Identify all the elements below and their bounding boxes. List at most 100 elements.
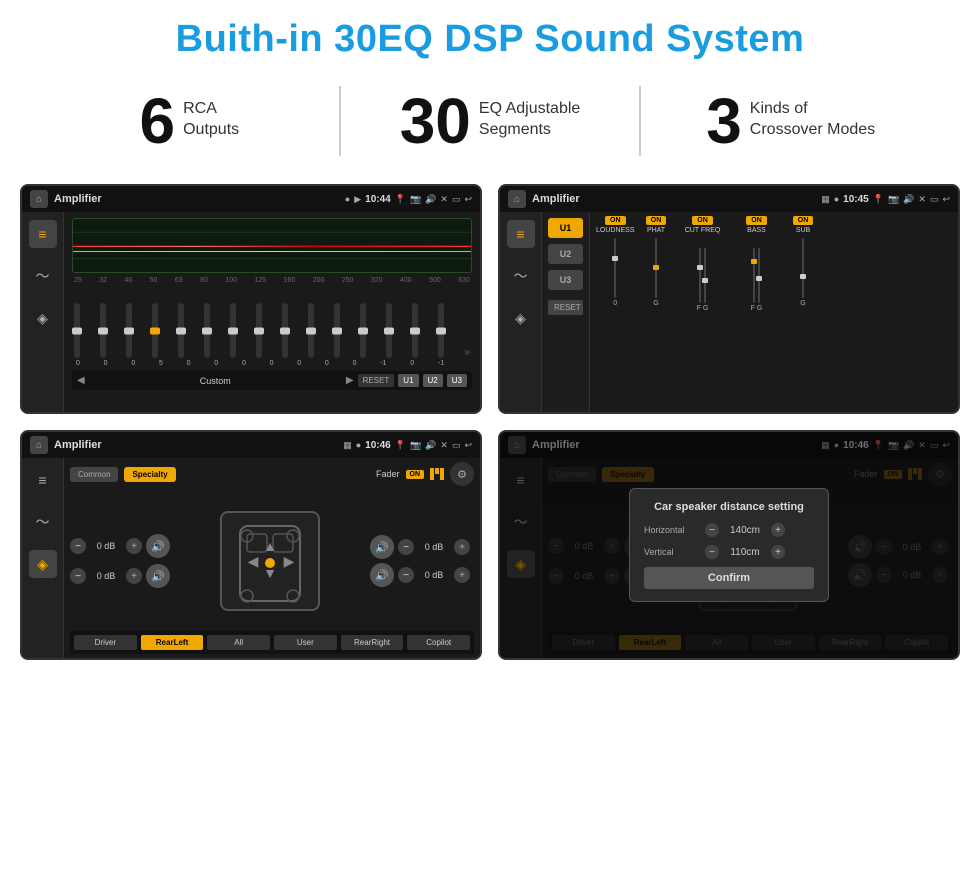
- status-bar-1: ⌂ Amplifier ● ▶ 10:44 📍 📷 🔊 ✕ ▭ ↩: [22, 186, 480, 212]
- eq-slider-3[interactable]: [152, 303, 158, 358]
- minimize-icon-3: ▭: [452, 440, 461, 451]
- grid-icon-2: ▦: [821, 194, 830, 205]
- status-bar-3: ⌂ Amplifier ▦ ● 10:46 📍 📷 🔊 ✕ ▭ ↩: [22, 432, 480, 458]
- eq-slider-2[interactable]: [126, 303, 132, 358]
- freq-63: 63: [175, 277, 183, 284]
- db-plus-1[interactable]: +: [126, 538, 142, 554]
- volume-icon-2: 🔊: [903, 194, 914, 205]
- fader-on-btn[interactable]: ON: [406, 470, 425, 479]
- rearright-btn[interactable]: RearRight: [341, 635, 404, 650]
- sidebar-wave-icon-3[interactable]: 〜: [29, 508, 57, 536]
- db-plus-4[interactable]: +: [454, 567, 470, 583]
- freq-25: 25: [74, 277, 82, 284]
- loudness-on-label[interactable]: ON: [605, 216, 626, 225]
- eq-slider-6[interactable]: [230, 303, 236, 358]
- car-diagram: ▲ ▼ ◀ ▶: [220, 511, 320, 611]
- eq-freq-labels: 25 32 40 50 63 80 100 125 160 200 250 32…: [72, 277, 472, 284]
- stat-rca: 6 RCA Outputs: [60, 89, 319, 153]
- eq-slider-8[interactable]: [282, 303, 288, 358]
- crossover-tab-specialty[interactable]: Specialty: [124, 467, 175, 482]
- u1-preset-btn[interactable]: U1: [548, 218, 583, 238]
- rearleft-btn[interactable]: RearLeft: [141, 635, 204, 650]
- u2-preset-btn[interactable]: U2: [548, 244, 583, 264]
- stat-crossover: 3 Kinds of Crossover Modes: [661, 89, 920, 153]
- eq-u1-btn[interactable]: U1: [398, 374, 418, 387]
- home-icon-1[interactable]: ⌂: [30, 190, 48, 208]
- eq-prev-arrow[interactable]: ◀: [77, 375, 85, 386]
- sidebar-wave-icon[interactable]: 〜: [29, 262, 57, 290]
- eq-slider-7[interactable]: [256, 303, 262, 358]
- eq-u3-btn[interactable]: U3: [447, 374, 467, 387]
- eq-slider-11[interactable]: [360, 303, 366, 358]
- all-btn[interactable]: All: [207, 635, 270, 650]
- eq-val-9: 0: [325, 360, 329, 367]
- left-sidebar-1: ≡ 〜 ◈: [22, 212, 64, 412]
- db-minus-2[interactable]: −: [70, 568, 86, 584]
- fader-bars: [430, 468, 444, 480]
- stat-rca-label: RCA Outputs: [183, 89, 239, 141]
- stat-rca-number: 6: [140, 89, 176, 153]
- dialog-horizontal-value: 140cm: [725, 525, 765, 536]
- db-minus-4[interactable]: −: [398, 567, 414, 583]
- settings-icon[interactable]: ⚙: [450, 462, 474, 486]
- home-icon-2[interactable]: ⌂: [508, 190, 526, 208]
- eq-val-1: 0: [104, 360, 108, 367]
- sidebar-speaker-icon[interactable]: ◈: [29, 304, 57, 332]
- speaker-icon-2: 🔊: [146, 564, 170, 588]
- eq-slider-0[interactable]: [74, 303, 80, 358]
- db-minus-1[interactable]: −: [70, 538, 86, 554]
- sidebar-eq-icon-3[interactable]: ≡: [29, 466, 57, 494]
- dialog-overlay: Car speaker distance setting Horizontal …: [500, 432, 958, 658]
- crossover-tab-common[interactable]: Common: [70, 467, 118, 482]
- sidebar-eq-icon[interactable]: ≡: [29, 220, 57, 248]
- db-minus-3[interactable]: −: [398, 539, 414, 555]
- dialog-horizontal-plus[interactable]: +: [771, 523, 785, 537]
- dialog-horizontal-minus[interactable]: −: [705, 523, 719, 537]
- eq-reset-btn[interactable]: RESET: [358, 374, 395, 387]
- status-icons-2: ▦ ● 10:45 📍 📷 🔊 ✕ ▭ ↩: [821, 194, 950, 205]
- sidebar-eq-icon-2[interactable]: ≡: [507, 220, 535, 248]
- dialog-vertical-plus[interactable]: +: [771, 545, 785, 559]
- eq-u2-btn[interactable]: U2: [423, 374, 443, 387]
- status-time-3: 10:46: [365, 440, 391, 451]
- eq-slider-12[interactable]: [386, 303, 392, 358]
- screen-title-3: Amplifier: [54, 439, 337, 451]
- home-icon-3[interactable]: ⌂: [30, 436, 48, 454]
- screen-dialog: ⌂ Amplifier ▦ ● 10:46 📍 📷 🔊 ✕ ▭ ↩ ≡ 〜 ◈: [498, 430, 960, 660]
- user-btn[interactable]: User: [274, 635, 337, 650]
- eq-slider-14[interactable]: [438, 303, 444, 358]
- eq-val-3: 5: [159, 360, 163, 367]
- eq-slider-10[interactable]: [334, 303, 340, 358]
- sidebar-speaker-icon-3[interactable]: ◈: [29, 550, 57, 578]
- eq-slider-1[interactable]: [100, 303, 106, 358]
- confirm-button[interactable]: Confirm: [644, 567, 814, 589]
- cutfreq-on-label[interactable]: ON: [692, 216, 713, 225]
- eq-slider-13[interactable]: [412, 303, 418, 358]
- location-icon-1: 📍: [395, 194, 406, 205]
- bass-on-label[interactable]: ON: [746, 216, 767, 225]
- page-title: Buith-in 30EQ DSP Sound System: [0, 0, 980, 71]
- eq-next-arrow[interactable]: ▶: [346, 375, 354, 386]
- sub-on-label[interactable]: ON: [793, 216, 814, 225]
- sidebar-speaker-icon-2[interactable]: ◈: [507, 304, 535, 332]
- loudness-label: LOUDNESS: [596, 227, 635, 234]
- u3-preset-btn[interactable]: U3: [548, 270, 583, 290]
- db-plus-3[interactable]: +: [454, 539, 470, 555]
- stat-crossover-number: 3: [706, 89, 742, 153]
- eq-slider-5[interactable]: [204, 303, 210, 358]
- phat-on-label[interactable]: ON: [646, 216, 667, 225]
- dialog-title: Car speaker distance setting: [644, 501, 814, 513]
- eq-slider-9[interactable]: [308, 303, 314, 358]
- db-plus-2[interactable]: +: [126, 568, 142, 584]
- eq-slider-4[interactable]: [178, 303, 184, 358]
- screen-eq: ⌂ Amplifier ● ▶ 10:44 📍 📷 🔊 ✕ ▭ ↩ ≡ 〜 ◈: [20, 184, 482, 414]
- driver-btn[interactable]: Driver: [74, 635, 137, 650]
- speaker-icon-3: 🔊: [370, 535, 394, 559]
- copilot-btn[interactable]: Copilot: [407, 635, 470, 650]
- dialog-vertical-minus[interactable]: −: [705, 545, 719, 559]
- dot-icon-3: ●: [356, 440, 361, 450]
- db-control-3: 🔊 − 0 dB +: [370, 535, 470, 559]
- dot-icon-1: ●: [345, 194, 350, 204]
- sidebar-wave-icon-2[interactable]: 〜: [507, 262, 535, 290]
- amp-reset-btn[interactable]: RESET: [548, 300, 583, 315]
